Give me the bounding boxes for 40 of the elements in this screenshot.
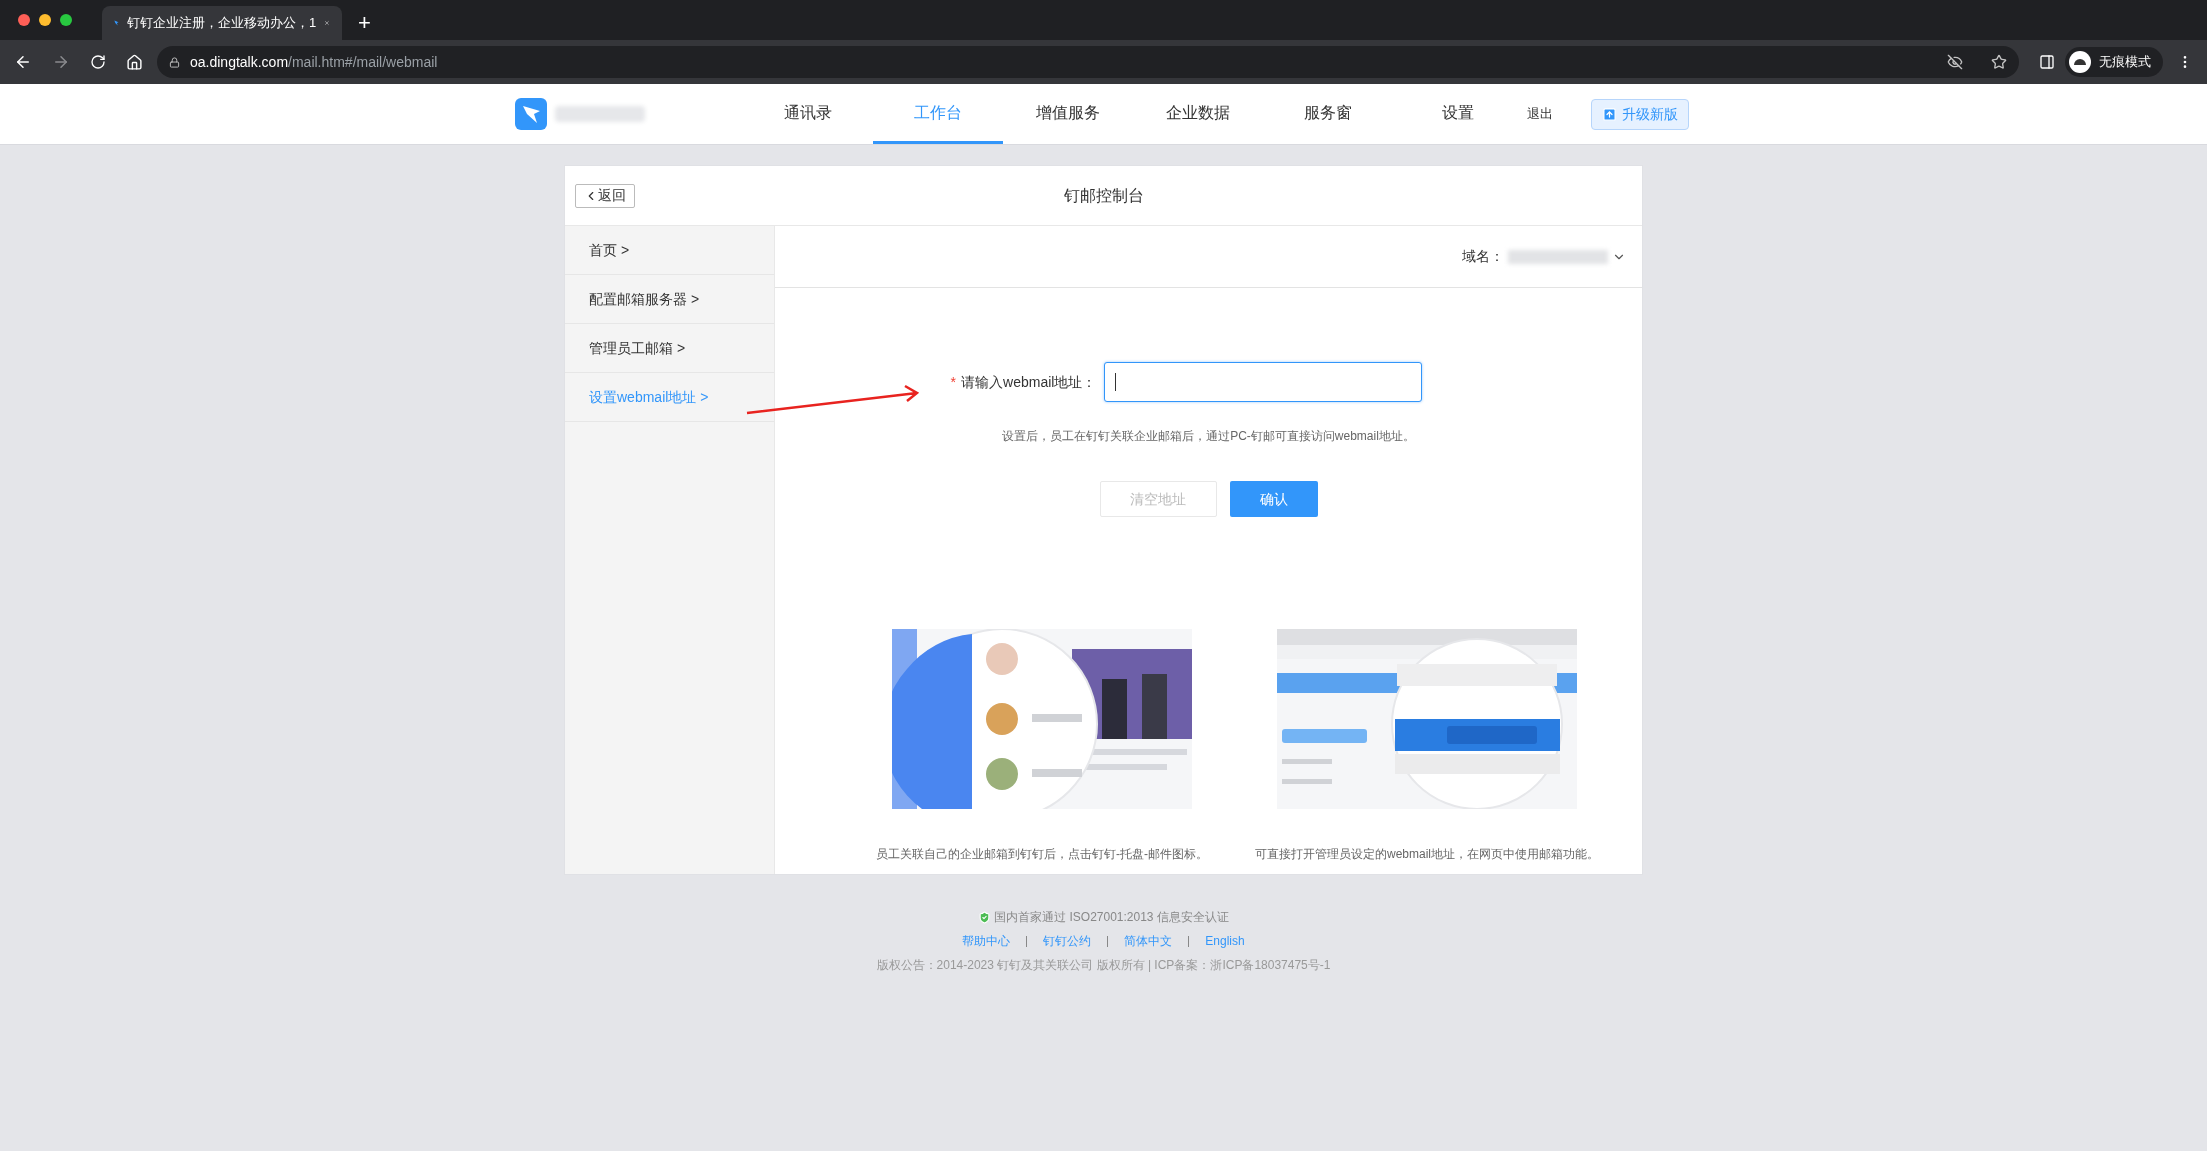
panel-title: 钉邮控制台 — [1063, 185, 1144, 206]
nav-tab[interactable]: 企业数据 — [1133, 84, 1263, 144]
domain-label: 域名： — [1462, 247, 1504, 266]
new-tab-button[interactable]: + — [352, 4, 377, 40]
logout-link[interactable]: 退出 — [1527, 104, 1553, 124]
address-field[interactable]: oa.dingtalk.com/mail.htm#/mail/webmail — [157, 46, 2019, 78]
shield-icon — [978, 910, 992, 924]
eye-off-icon[interactable] — [1947, 54, 1963, 70]
nav-tab[interactable]: 通讯录 — [743, 84, 873, 144]
close-window-icon[interactable] — [18, 14, 30, 26]
caption: 员工关联自己的企业邮箱到钉钉后，点击钉钉-托盘-邮件图标。 — [876, 846, 1208, 863]
field-label: * 请输入webmail地址： — [950, 372, 1097, 392]
nav-tab[interactable]: 设置 — [1393, 84, 1523, 144]
reload-icon[interactable] — [90, 54, 106, 70]
nav-tab[interactable]: 服务窗 — [1263, 84, 1393, 144]
side-panel-icon[interactable] — [2039, 54, 2055, 70]
copyright-text: 版权公告：2014-2023 钉钉及其关联公司 版权所有 | ICP备案：浙ICP备18037475号-1 — [876, 957, 1331, 974]
back-button[interactable]: 返回 — [575, 183, 635, 208]
sidebar-item[interactable]: 首页 > — [565, 226, 774, 275]
lock-icon — [169, 56, 180, 68]
star-icon[interactable] — [1991, 54, 2007, 70]
clear-button: 清空地址 — [1099, 481, 1217, 517]
browser-tab[interactable]: 钉钉企业注册，企业移动办公，1 — [102, 6, 342, 40]
upload-icon — [1602, 106, 1617, 122]
caption: 可直接打开管理员设定的webmail地址，在网页中使用邮箱功能。 — [1255, 846, 1599, 863]
profile-button[interactable]: 无痕模式 — [2065, 47, 2163, 77]
url-text: oa.dingtalk.com/mail.htm#/mail/webmail — [190, 52, 438, 72]
maximize-window-icon[interactable] — [60, 14, 72, 26]
tab-title: 钉钉企业注册，企业移动办公，1 — [126, 14, 317, 33]
home-icon[interactable] — [126, 53, 143, 71]
hint-text: 设置后，员工在钉钉关联企业邮箱后，通过PC-钉邮可直接访问webmail地址。 — [1001, 428, 1416, 445]
webmail-input[interactable] — [1104, 362, 1423, 402]
forward-icon[interactable] — [52, 53, 70, 71]
logo-icon — [515, 98, 547, 130]
sidebar-item[interactable]: 配置邮箱服务器 > — [565, 275, 774, 324]
back-icon[interactable] — [14, 53, 32, 71]
sidebar-item[interactable]: 管理员工邮箱 > — [565, 324, 774, 373]
nav-tab[interactable]: 增值服务 — [1003, 84, 1133, 144]
certification-text: 国内首家通过 ISO27001:2013 信息安全认证 — [994, 909, 1229, 926]
minimize-window-icon[interactable] — [39, 14, 51, 26]
